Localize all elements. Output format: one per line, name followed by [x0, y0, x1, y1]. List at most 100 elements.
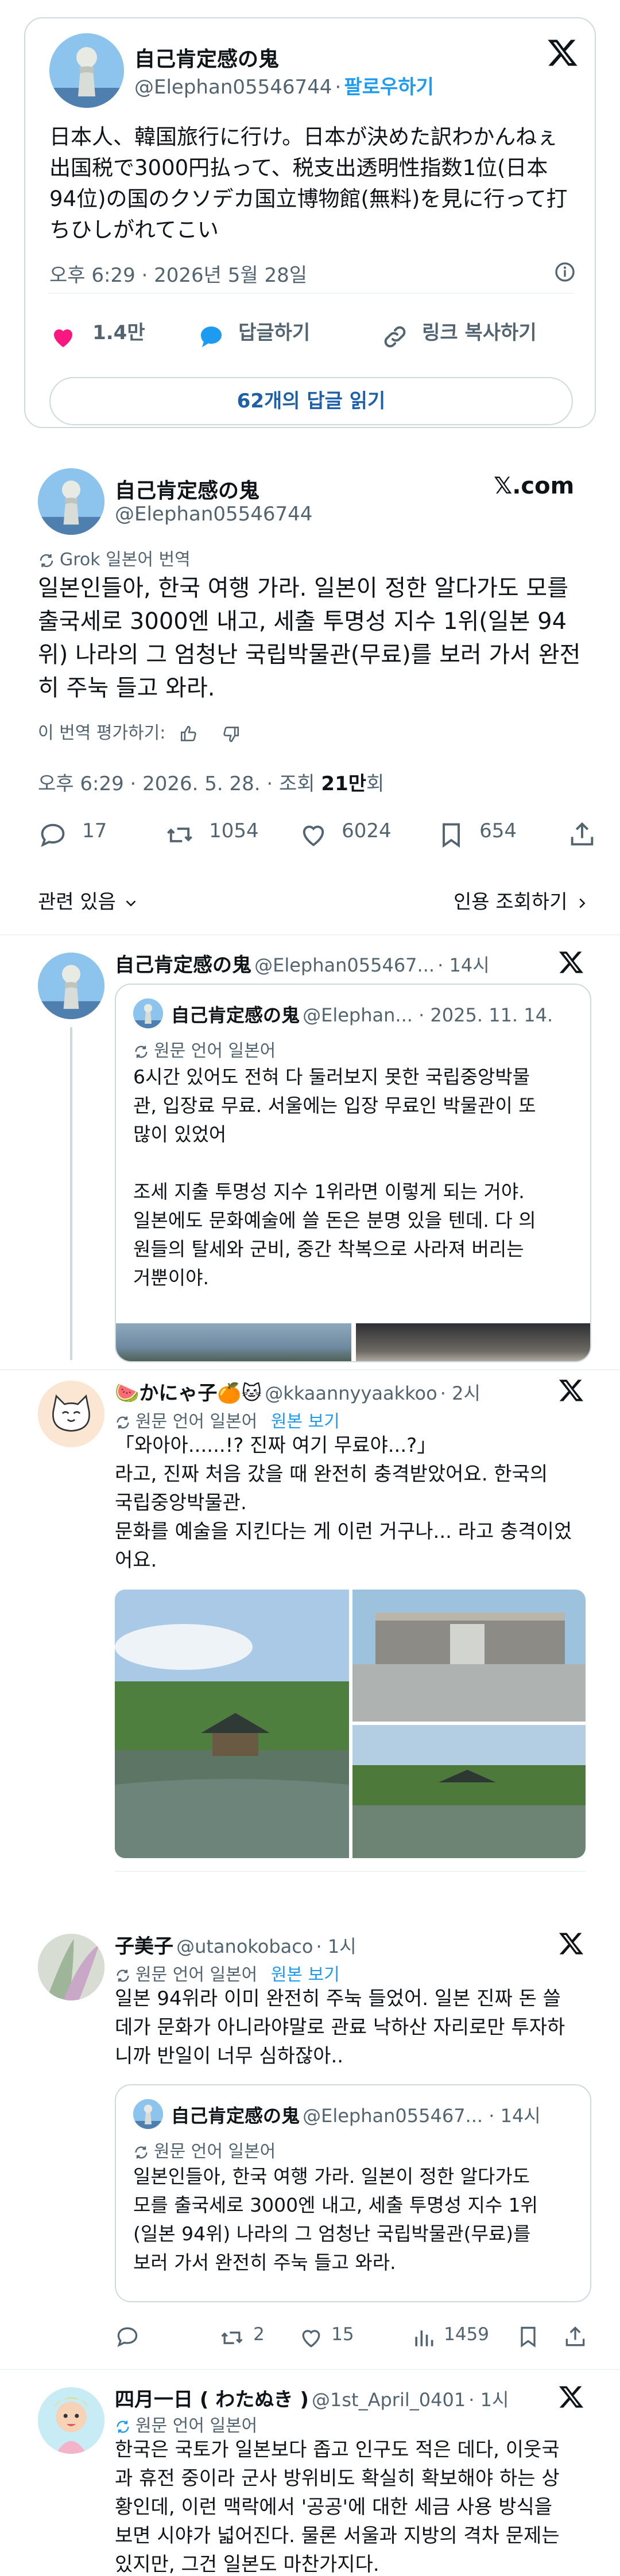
- author-name[interactable]: 自己肯定感の鬼: [115, 954, 251, 977]
- quoted-author-name: 自己肯定感の鬼: [171, 1004, 300, 1026]
- translate-icon: [117, 1969, 129, 1981]
- x-logo-icon[interactable]: [558, 949, 584, 976]
- x-logo-icon[interactable]: [558, 2384, 584, 2410]
- info-icon[interactable]: [553, 261, 576, 283]
- heart-outline-icon: [302, 2329, 320, 2348]
- author-name[interactable]: 四月一日 ( わたぬき ): [115, 2388, 309, 2411]
- retweet-icon: [167, 827, 192, 842]
- retweet-action[interactable]: 1054: [164, 819, 259, 850]
- reply-action[interactable]: 답글하기: [197, 317, 311, 347]
- author-handle[interactable]: @1st_April_0401: [312, 2389, 466, 2411]
- author-name[interactable]: 子美子: [115, 1935, 173, 1958]
- x-logo-icon[interactable]: [558, 1930, 584, 1957]
- avatar: [133, 998, 163, 1028]
- divider: [115, 1871, 586, 1872]
- like-count: 1.4만: [92, 321, 145, 344]
- quoted-tweet[interactable]: 自己肯定感の鬼 @Elephan... · 2025. 11. 14. 원문 언…: [115, 984, 591, 1362]
- retweet-action[interactable]: 2: [218, 2324, 265, 2350]
- copy-link-action[interactable]: 링크 복사하기: [381, 317, 537, 347]
- author-name[interactable]: 🍉かにゃ子🍊🐱: [115, 1382, 262, 1405]
- views-action[interactable]: 1459: [411, 2324, 489, 2350]
- embedded-tweet-card[interactable]: 自己肯定感の鬼 @Elephan05546744 · 팔로우하기 日本人、韓国旅…: [24, 17, 596, 428]
- bookmark-icon[interactable]: [516, 2324, 541, 2349]
- quoted-tweet[interactable]: 自己肯定感の鬼 @Elephan055467... · 14시 원문 언어 일본…: [115, 2084, 591, 2302]
- translate-icon: [117, 1416, 129, 1428]
- quoted-text: 6시간 있어도 전혀 다 둘러보지 못한 국립중앙박물 관, 입장료 무료. 서…: [133, 1066, 536, 1289]
- author-name[interactable]: 自己肯定感の鬼: [134, 42, 279, 72]
- show-original-link[interactable]: 원본 보기: [271, 1412, 340, 1432]
- tweet-meta: 오후 6:29 · 2026. 5. 28. · 조회 21만회: [38, 772, 385, 795]
- reply-icon[interactable]: [115, 2324, 140, 2349]
- translate-icon: [135, 2146, 148, 2158]
- like-action[interactable]: 15: [299, 2324, 354, 2350]
- author-handle[interactable]: @utanokobaco: [176, 1936, 313, 1957]
- thread-line: [70, 1027, 72, 1360]
- reply-action[interactable]: 17: [38, 819, 107, 850]
- translation-note: 원문 언어 일본어: [133, 1036, 276, 1062]
- x-logo-icon[interactable]: [547, 37, 579, 69]
- museum-photo[interactable]: [116, 1323, 351, 1361]
- related-toggle[interactable]: 관련 있음: [38, 886, 140, 914]
- translation-note: Grok 일본어 번역: [38, 545, 191, 570]
- author-handle[interactable]: @Elephan05546744: [115, 503, 312, 526]
- author-handle[interactable]: @kkaannyyaakkoo: [265, 1382, 437, 1404]
- reply-text: 「와아아......!? 진짜 여기 무료야...?」 라고, 진짜 처음 갔을…: [115, 1434, 572, 1572]
- view-count: 21만: [321, 772, 367, 795]
- share-icon[interactable]: [563, 2324, 588, 2349]
- author-handle[interactable]: @Elephan055467...: [254, 954, 435, 976]
- follow-button[interactable]: 팔로우하기: [344, 76, 433, 99]
- heart-icon: [54, 329, 72, 347]
- avatar: [133, 2099, 163, 2129]
- quoted-author-name: 自己肯定感の鬼: [171, 2105, 300, 2127]
- avatar[interactable]: [49, 33, 124, 108]
- view-quotes-link[interactable]: 인용 조회하기: [454, 886, 591, 914]
- link-icon: [384, 326, 406, 347]
- quoted-text: 일본인들아, 한국 여행 가라. 일본이 정한 알다가도 모를 출국세로 300…: [133, 2165, 538, 2274]
- like-action[interactable]: 1.4만: [49, 317, 145, 347]
- like-action[interactable]: 6024: [299, 819, 392, 850]
- divider: [0, 934, 620, 935]
- x-com-brand[interactable]: 𝕏.com: [494, 473, 574, 499]
- timestamp[interactable]: 오후 6:29 · 2026년 5월 28일: [49, 259, 307, 287]
- divider: [48, 293, 574, 294]
- retweet-count: 1054: [209, 819, 259, 842]
- chevron-down-icon: [126, 900, 136, 907]
- avatar[interactable]: [38, 1934, 104, 2000]
- speech-bubble-icon: [201, 326, 222, 347]
- divider: [0, 2369, 620, 2370]
- avatar[interactable]: [38, 2387, 104, 2454]
- museum-photo[interactable]: [352, 1590, 586, 1722]
- heart-outline-icon: [303, 825, 324, 846]
- museum-photo[interactable]: [352, 1725, 586, 1858]
- translation-note: 원문 언어 일본어 원본 보기: [115, 1407, 340, 1432]
- post-time[interactable]: · 14시: [437, 954, 490, 976]
- translated-tweet-text: 일본인들아, 한국 여행 가라. 일본이 정한 알다가도 모를 출국세로 300…: [38, 575, 581, 701]
- author-handle[interactable]: @Elephan05546744: [134, 76, 332, 99]
- post-time[interactable]: · 2시: [440, 1382, 480, 1404]
- quoted-author-handle: @Elephan055467... · 14시: [303, 2105, 541, 2127]
- like-count: 15: [331, 2324, 354, 2345]
- translation-note[interactable]: 원문 언어 일본어: [115, 2411, 257, 2437]
- show-original-link[interactable]: 원본 보기: [271, 1965, 340, 1985]
- like-count: 6024: [342, 819, 392, 842]
- translation-note: 원문 언어 일본어: [133, 2137, 276, 2162]
- x-logo-icon[interactable]: [558, 1377, 584, 1404]
- avatar[interactable]: [38, 468, 104, 535]
- read-replies-button[interactable]: 62개의 답글 읽기: [49, 377, 573, 425]
- thumbs-up-icon[interactable]: [179, 724, 199, 744]
- author-name[interactable]: 自己肯定感の鬼: [115, 474, 259, 504]
- view-count: 1459: [444, 2324, 489, 2345]
- thumbs-down-icon[interactable]: [221, 724, 241, 744]
- share-icon[interactable]: [567, 819, 597, 849]
- reply-icon: [41, 823, 65, 847]
- reply-label: 답글하기: [238, 321, 311, 344]
- post-time[interactable]: · 1시: [316, 1936, 356, 1957]
- bookmark-count: 654: [479, 819, 517, 842]
- museum-photo[interactable]: [115, 1590, 349, 1858]
- museum-photo[interactable]: [356, 1323, 590, 1361]
- avatar[interactable]: [38, 1381, 104, 1447]
- post-time[interactable]: · 1시: [468, 2389, 509, 2411]
- retweet-count: 2: [253, 2324, 265, 2345]
- bookmark-action[interactable]: 654: [436, 819, 517, 850]
- avatar[interactable]: [38, 953, 104, 1019]
